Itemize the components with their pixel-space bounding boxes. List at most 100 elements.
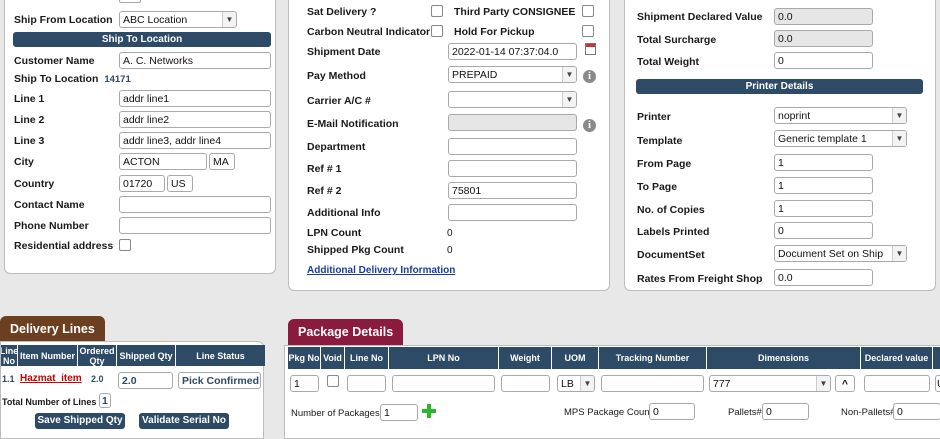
email-notification-field[interactable] bbox=[448, 114, 577, 131]
country-label: Country bbox=[14, 178, 55, 190]
chevron-down-icon: ▼ bbox=[562, 67, 576, 82]
customer-name-field[interactable]: A. C. Networks bbox=[119, 52, 271, 69]
carrier-ac-select[interactable]: ▼ bbox=[448, 91, 577, 108]
third-party-label: Third Party CONSIGNEE bbox=[454, 6, 576, 18]
copies-field[interactable]: 1 bbox=[774, 200, 873, 217]
declared-value-field[interactable] bbox=[864, 375, 930, 392]
additional-info-field[interactable] bbox=[448, 204, 577, 221]
uom-select[interactable]: LB ▼ bbox=[557, 375, 595, 392]
info-icon[interactable]: i bbox=[583, 119, 596, 132]
info-icon[interactable]: i bbox=[583, 70, 596, 83]
col-tracking-number: Tracking Number bbox=[599, 347, 707, 369]
chevron-down-icon: ▼ bbox=[892, 131, 906, 146]
total-surcharge-label: Total Surcharge bbox=[637, 34, 717, 46]
shipped-pkg-count-value: 0 bbox=[447, 245, 453, 256]
third-party-checkbox[interactable] bbox=[582, 5, 594, 17]
add-package-icon[interactable] bbox=[422, 404, 436, 418]
template-label: Template bbox=[637, 135, 683, 147]
contact-name-label: Contact Name bbox=[14, 199, 85, 211]
phone-number-field[interactable] bbox=[119, 217, 271, 234]
to-page-field[interactable]: 1 bbox=[774, 177, 873, 194]
from-page-label: From Page bbox=[637, 158, 692, 170]
non-pallets-field[interactable]: 0 bbox=[893, 403, 940, 420]
lpn-no-field[interactable] bbox=[392, 375, 495, 392]
ship-to-location-label-text: Ship To Location bbox=[14, 73, 99, 85]
rates-freight-shop-field[interactable]: 0.0 bbox=[774, 269, 873, 286]
ship-to-location-label: Ship To Location 14171 bbox=[14, 73, 131, 85]
ref1-field[interactable] bbox=[448, 160, 577, 177]
template-value: Generic template 1 bbox=[778, 133, 867, 145]
country-field[interactable]: US bbox=[167, 175, 193, 192]
labels-printed-field[interactable]: 0 bbox=[774, 222, 873, 239]
expand-dimensions-button[interactable]: ^ bbox=[835, 375, 855, 392]
carrier-ac-label: Carrier A/C # bbox=[307, 95, 371, 107]
line3-field[interactable]: addr line3, addr line4 bbox=[119, 132, 271, 149]
ship-from-location-label: Ship From Location bbox=[14, 14, 113, 26]
line-no-field[interactable] bbox=[347, 375, 386, 392]
template-select[interactable]: Generic template 1 ▼ bbox=[774, 130, 907, 147]
declared-value-label: Shipment Declared Value bbox=[637, 11, 763, 23]
top-partial-field[interactable] bbox=[119, 0, 141, 3]
ship-from-location-select[interactable]: ABC Location ▼ bbox=[119, 11, 237, 28]
chevron-down-icon: ▼ bbox=[816, 376, 830, 391]
ref2-field[interactable]: 75801 bbox=[448, 182, 577, 199]
weight-field[interactable] bbox=[501, 375, 550, 392]
col-dimensions: Dimensions bbox=[707, 347, 861, 369]
shipped-qty-field[interactable]: 2.0 bbox=[118, 372, 173, 389]
package-details-tab[interactable]: Package Details bbox=[288, 319, 404, 346]
printer-label: Printer bbox=[637, 111, 671, 123]
line-no-cell: 1.1 bbox=[2, 374, 15, 384]
calendar-icon[interactable] bbox=[585, 43, 596, 55]
documentset-select[interactable]: Document Set on Ship ▼ bbox=[774, 245, 907, 262]
department-field[interactable] bbox=[448, 138, 577, 155]
contact-name-field[interactable] bbox=[119, 196, 271, 213]
sat-delivery-label: Sat Delivery ? bbox=[307, 6, 377, 18]
total-surcharge-field: 0.0 bbox=[774, 30, 873, 47]
save-shipped-qty-button[interactable]: Save Shipped Qty bbox=[35, 413, 125, 429]
validate-serial-no-button[interactable]: Validate Serial No bbox=[139, 413, 229, 429]
mps-count-field[interactable]: 0 bbox=[649, 403, 695, 420]
pallets-field[interactable]: 0 bbox=[762, 403, 809, 420]
total-weight-label: Total Weight bbox=[637, 56, 700, 68]
department-label: Department bbox=[307, 141, 366, 153]
shipment-date-field[interactable]: 2022-01-14 07:37:04.0 bbox=[448, 43, 577, 60]
printer-select[interactable]: noprint ▼ bbox=[774, 107, 907, 124]
shipped-pkg-count-label: Shipped Pkg Count bbox=[307, 244, 404, 256]
pkg-no-field[interactable]: 1 bbox=[290, 375, 319, 392]
void-checkbox[interactable] bbox=[327, 375, 339, 387]
hold-for-pickup-label: Hold For Pickup bbox=[454, 26, 535, 38]
dimensions-select[interactable]: 777 ▼ bbox=[709, 375, 831, 392]
non-pallets-label: Non-Pallets# bbox=[841, 407, 896, 418]
line2-field[interactable]: addr line2 bbox=[119, 111, 271, 128]
num-packages-field[interactable]: 1 bbox=[380, 404, 418, 421]
uom-value: LB bbox=[561, 378, 574, 390]
city-field[interactable]: ACTON bbox=[119, 153, 207, 170]
delivery-lines-tab[interactable]: Delivery Lines bbox=[0, 316, 105, 343]
line1-field[interactable]: addr line1 bbox=[119, 90, 271, 107]
summary-panel: Shipment Declared Value 0.0 Total Surcha… bbox=[624, 0, 936, 291]
zip-field[interactable]: 01720 bbox=[119, 175, 165, 192]
residential-address-checkbox[interactable] bbox=[119, 239, 131, 251]
col-shipped-qty: Shipped Qty bbox=[117, 345, 176, 366]
ref1-label: Ref # 1 bbox=[307, 163, 342, 175]
total-lines-field: 1 bbox=[99, 393, 111, 408]
col-line-no: Line No bbox=[345, 347, 389, 369]
pay-method-select[interactable]: PREPAID ▼ bbox=[448, 66, 577, 83]
tracking-number-field[interactable] bbox=[601, 375, 704, 392]
additional-delivery-link[interactable]: Additional Delivery Information bbox=[307, 265, 455, 276]
from-page-field[interactable]: 1 bbox=[774, 154, 873, 171]
state-field[interactable]: MA bbox=[209, 153, 235, 170]
package-details-panel: Pkg No Void Line No LPN No Weight UOM Tr… bbox=[284, 345, 940, 439]
copies-label: No. of Copies bbox=[637, 204, 705, 216]
total-weight-field[interactable]: 0 bbox=[774, 52, 873, 69]
line2-label: Line 2 bbox=[14, 114, 45, 126]
carbon-neutral-checkbox[interactable] bbox=[431, 25, 443, 37]
hazmat-item-link[interactable]: Hazmat_item bbox=[20, 373, 82, 384]
rates-freight-shop-label: Rates From Freight Shop bbox=[637, 273, 763, 285]
ship-to-location-header: Ship To Location bbox=[13, 32, 271, 47]
sat-delivery-checkbox[interactable] bbox=[431, 5, 443, 17]
extra-field[interactable]: U bbox=[935, 375, 940, 392]
hold-for-pickup-checkbox[interactable] bbox=[582, 25, 594, 37]
delivery-panel: Sat Delivery ? Third Party CONSIGNEE Car… bbox=[288, 0, 610, 291]
residential-address-label: Residential address bbox=[14, 240, 114, 252]
